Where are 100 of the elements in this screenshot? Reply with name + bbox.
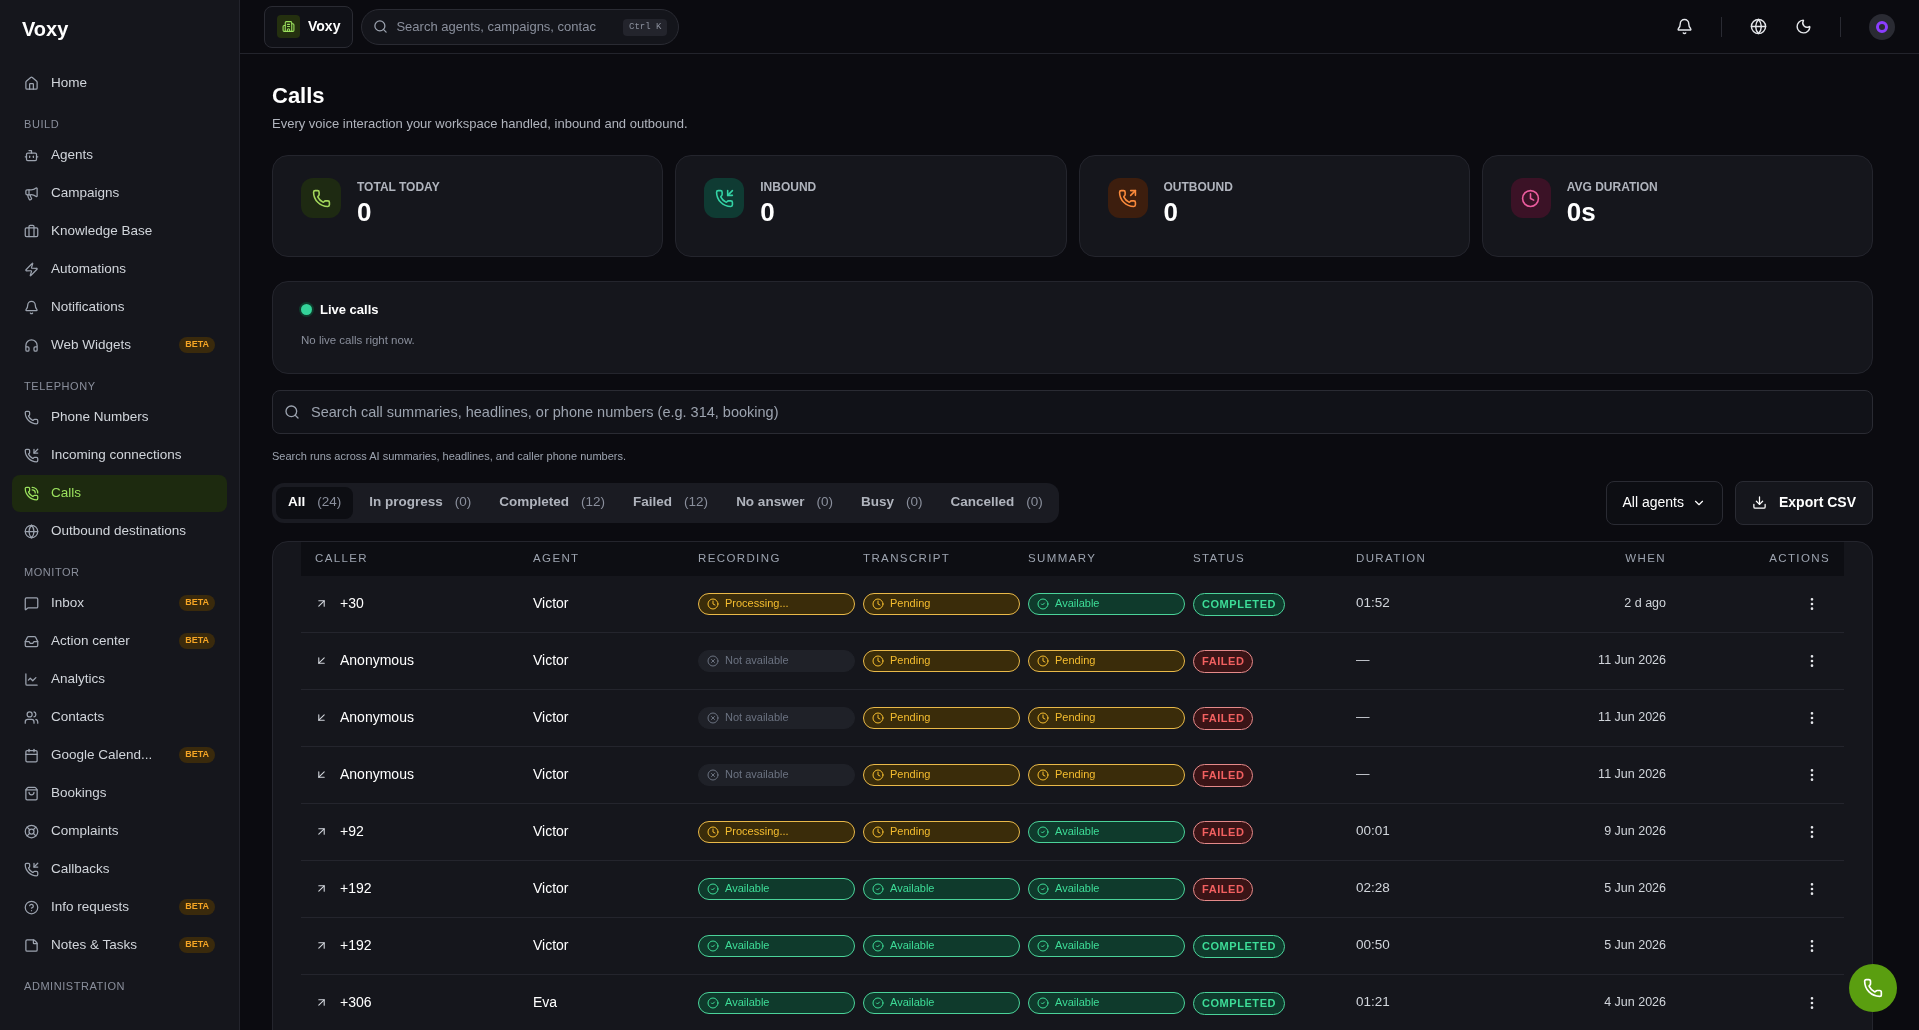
phone-incoming-icon xyxy=(704,178,745,218)
sidebar-item[interactable]: Agents xyxy=(12,136,227,174)
duration-cell-text: — xyxy=(1356,765,1371,784)
call-search-field[interactable]: Search call summaries, headlines, or phone numbers (e.g. 314, booking) xyxy=(272,390,1873,434)
check-circle-icon xyxy=(872,882,884,895)
sidebar-label: Campaigns xyxy=(51,183,121,202)
clock-icon xyxy=(1037,768,1049,781)
sidebar-label: Calls xyxy=(51,483,82,502)
search-icon xyxy=(284,404,300,420)
sidebar-label: Phone Numbers xyxy=(51,407,150,426)
headphones-icon xyxy=(24,337,39,353)
filter-tab[interactable]: Completed (12) xyxy=(487,486,618,519)
status-chip: Not available xyxy=(698,706,855,729)
sidebar-item[interactable]: Knowledge Base xyxy=(12,212,227,250)
agent-cell-text: Victor xyxy=(533,594,570,613)
filter-tab[interactable]: Cancelled (0) xyxy=(938,486,1055,519)
filter-tab[interactable]: Busy (0) xyxy=(848,486,935,519)
sidebar-item[interactable]: Phone Numbers xyxy=(12,398,227,436)
sidebar-item[interactable]: Inbox BETA xyxy=(12,584,227,622)
note-icon xyxy=(24,937,39,953)
beta-badge: BETA xyxy=(179,899,215,915)
column-header: ACTIONS xyxy=(1768,550,1830,566)
agent-cell-text: Victor xyxy=(533,651,570,670)
status-chip: Not available xyxy=(698,649,855,672)
sidebar-item[interactable]: Bookings xyxy=(12,774,227,812)
filter-tab[interactable]: No answer (0) xyxy=(724,486,845,519)
duration-cell-text: 02:28 xyxy=(1356,879,1391,898)
filter-tab[interactable]: All (24) xyxy=(276,486,354,519)
sidebar-item[interactable]: Notes & Tasks BETA xyxy=(12,926,227,964)
sidebar-item[interactable]: Campaigns xyxy=(12,174,227,212)
call-button[interactable] xyxy=(1849,964,1897,1012)
clock-icon xyxy=(1037,654,1049,667)
status-badge: FAILED xyxy=(1193,821,1254,844)
avatar-icon[interactable] xyxy=(1869,13,1895,40)
sidebar-item[interactable]: Contacts xyxy=(12,698,227,736)
sidebar-label: Complaints xyxy=(51,821,120,840)
theme-icon[interactable] xyxy=(1795,18,1812,35)
agent-select[interactable]: All agents xyxy=(1605,480,1723,525)
export-button[interactable]: Export CSV xyxy=(1735,480,1873,525)
language-icon[interactable] xyxy=(1750,18,1767,35)
agent-cell-text: Victor xyxy=(533,879,570,898)
status-chip: Available xyxy=(1028,934,1185,957)
sidebar-label: Bookings xyxy=(51,783,108,802)
sidebar-item[interactable]: Calls xyxy=(12,474,227,512)
check-circle-icon xyxy=(1037,996,1049,1009)
sidebar-item[interactable]: Callbacks xyxy=(12,850,227,888)
live-indicator-icon xyxy=(301,304,312,316)
sidebar-item[interactable]: Analytics xyxy=(12,660,227,698)
x-circle-icon xyxy=(707,768,719,781)
sidebar-item[interactable]: Home xyxy=(12,64,227,102)
date-cell-text: 5 Jun 2026 xyxy=(1603,937,1666,955)
duration-cell-text: — xyxy=(1356,651,1371,670)
sidebar-item[interactable]: Google Calend... BETA xyxy=(12,736,227,774)
x-circle-icon xyxy=(707,654,719,667)
agent-cell-text: Victor xyxy=(533,708,570,727)
lifebuoy-icon xyxy=(24,823,39,839)
status-chip: Processing... xyxy=(698,592,855,615)
notifications-icon[interactable] xyxy=(1676,18,1693,35)
briefcase-icon xyxy=(24,223,39,239)
sidebar-label: Agents xyxy=(51,145,95,164)
status-badge: FAILED xyxy=(1193,707,1254,730)
logo[interactable]: Voxy xyxy=(12,0,227,58)
clock-icon xyxy=(872,711,884,724)
sidebar-label: Callbacks xyxy=(51,859,111,878)
sidebar-item[interactable]: Notifications xyxy=(12,288,227,326)
status-chip: Available xyxy=(863,877,1020,900)
sidebar-item[interactable]: Complaints xyxy=(12,812,227,850)
stat-value: 0 xyxy=(760,196,776,229)
search-icon xyxy=(373,18,389,34)
agent-cell-text: Victor xyxy=(533,765,570,784)
stat-label: OUTBOUND xyxy=(1163,179,1233,196)
sidebar-item[interactable]: Incoming connections xyxy=(12,436,227,474)
sidebar-label: Incoming connections xyxy=(51,445,183,464)
workspace-button[interactable]: Voxy xyxy=(264,5,354,48)
page-title: Calls xyxy=(272,82,326,110)
duration-cell-text: 01:21 xyxy=(1356,993,1391,1012)
agent-cell-text: Victor xyxy=(533,936,570,955)
message-icon xyxy=(24,595,39,611)
status-chip: Available xyxy=(698,991,855,1014)
status-chip: Pending xyxy=(863,592,1020,615)
filter-tab[interactable]: Failed (12) xyxy=(621,486,721,519)
x-circle-icon xyxy=(707,711,719,724)
section-label: MONITOR xyxy=(23,564,81,580)
stat-value: 0 xyxy=(357,196,373,229)
beta-badge: BETA xyxy=(179,747,215,763)
status-chip: Available xyxy=(863,991,1020,1014)
date-cell-text: 5 Jun 2026 xyxy=(1603,880,1666,898)
bell-icon xyxy=(24,299,39,315)
column-header: AGENT xyxy=(533,550,581,566)
sidebar-item[interactable]: Web Widgets BETA xyxy=(12,326,227,364)
caller-cell-text: Anonymous xyxy=(340,651,414,670)
clock-icon xyxy=(707,597,719,610)
sidebar-label: Automations xyxy=(51,259,128,278)
sidebar-item[interactable]: Action center BETA xyxy=(12,622,227,660)
sidebar-item[interactable]: Outbound destinations xyxy=(12,512,227,550)
sidebar-item[interactable]: Automations xyxy=(12,250,227,288)
filter-tab[interactable]: In progress (0) xyxy=(357,486,484,519)
sidebar-item[interactable]: Info requests BETA xyxy=(12,888,227,926)
date-cell-text: 2 d ago xyxy=(1623,595,1666,613)
duration-cell-text: 01:52 xyxy=(1356,594,1391,613)
